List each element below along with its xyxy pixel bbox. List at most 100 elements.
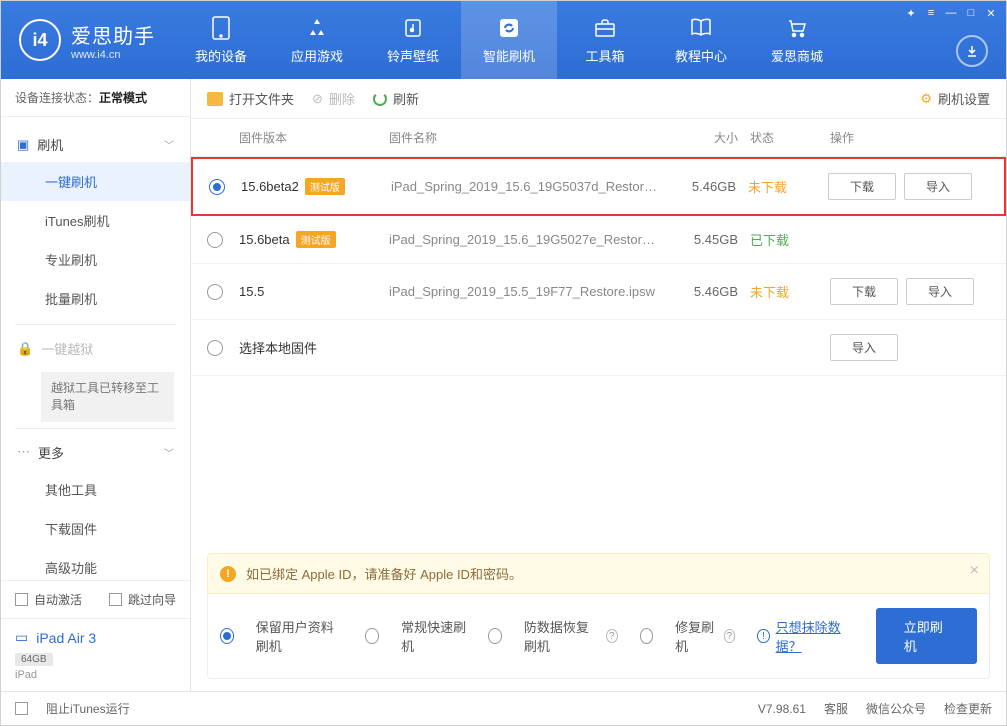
info-icon: ! (757, 629, 769, 643)
download-manager-button[interactable] (956, 35, 988, 67)
sidebar-group-jailbreak: 🔒 一键越狱 (1, 331, 190, 366)
toolbox-icon (593, 16, 617, 40)
sidebar-item-itunes-flash[interactable]: iTunes刷机 (1, 201, 190, 240)
close-button[interactable]: ✕ (982, 5, 1000, 21)
refresh-button[interactable]: 刷新 (373, 89, 419, 108)
opt-keep-data[interactable]: 保留用户资料刷机 (220, 617, 343, 655)
sidebar-item-batch-flash[interactable]: 批量刷机 (1, 279, 190, 318)
wechat-link[interactable]: 微信公众号 (866, 700, 926, 717)
header-size: 大小 (660, 129, 750, 146)
cart-icon (785, 16, 809, 40)
nav-apps[interactable]: 应用游戏 (269, 1, 365, 79)
firmware-size: 5.45GB (660, 232, 750, 247)
version-label: V7.98.61 (758, 702, 806, 716)
opt-anti-recovery[interactable]: 防数据恢复刷机? (488, 617, 618, 655)
sidebar-item-pro-flash[interactable]: 专业刷机 (1, 240, 190, 279)
nav-my-device[interactable]: 我的设备 (173, 1, 269, 79)
alert-close-button[interactable]: × (970, 562, 979, 580)
firmware-status: 已下载 (750, 230, 830, 249)
music-icon (401, 16, 425, 40)
firmware-filename: iPad_Spring_2019_15.6_19G5027e_Restore.i… (389, 232, 660, 247)
toolbar: 打开文件夹 ⊘删除 刷新 ⚙刷机设置 (191, 79, 1006, 119)
radio[interactable] (640, 628, 653, 644)
local-firmware-label: 选择本地固件 (239, 338, 660, 357)
skin-button[interactable]: ✦ (902, 5, 920, 21)
logo: i4 爱思助手 www.i4.cn (1, 1, 173, 79)
delete-button[interactable]: ⊘删除 (312, 89, 355, 108)
radio[interactable] (365, 628, 379, 644)
table-header: 固件版本 固件名称 大小 状态 操作 (191, 119, 1006, 157)
import-button[interactable]: 导入 (906, 278, 974, 305)
sidebar-group-more[interactable]: ⋯ 更多 ﹀ (1, 435, 190, 470)
firmware-status: 未下载 (748, 177, 828, 196)
sidebar-item-advanced[interactable]: 高级功能 (1, 548, 190, 580)
firmware-filename: iPad_Spring_2019_15.5_19F77_Restore.ipsw (389, 284, 660, 299)
header-status: 状态 (750, 129, 830, 146)
book-icon (689, 16, 713, 40)
support-link[interactable]: 客服 (824, 700, 848, 717)
sidebar-group-flash[interactable]: ▣ 刷机 ﹀ (1, 127, 190, 162)
flash-settings-button[interactable]: ⚙刷机设置 (920, 89, 990, 108)
firmware-version: 15.5 (239, 284, 389, 299)
device-info[interactable]: ▭ iPad Air 3 64GB iPad (1, 618, 190, 691)
chevron-down-icon: ﹀ (164, 445, 174, 460)
firmware-version: 15.6beta2测试版 (241, 178, 391, 195)
erase-link[interactable]: !只想抹除数据？ (757, 617, 853, 655)
sidebar-item-oneclick-flash[interactable]: 一键刷机 (1, 162, 190, 201)
beta-badge: 测试版 (296, 231, 336, 248)
nav-toolbox[interactable]: 工具箱 (557, 1, 653, 79)
import-button[interactable]: 导入 (830, 334, 898, 361)
flash-now-button[interactable]: 立即刷机 (876, 608, 977, 664)
app-name: 爱思助手 (71, 20, 155, 49)
local-firmware-row[interactable]: 选择本地固件 导入 (191, 320, 1006, 376)
firmware-radio[interactable] (207, 340, 223, 356)
radio[interactable] (220, 628, 234, 644)
header-action: 操作 (830, 129, 990, 146)
firmware-version: 15.6beta测试版 (239, 231, 389, 248)
import-button[interactable]: 导入 (904, 173, 972, 200)
gear-icon: ⚙ (920, 91, 932, 107)
header-version: 固件版本 (239, 129, 389, 146)
nav-flash[interactable]: 智能刷机 (461, 1, 557, 79)
auto-activate-row: 自动激活 跳过向导 (1, 581, 190, 618)
window-controls: ✦ ≡ — □ ✕ (896, 1, 1006, 25)
block-itunes-checkbox[interactable] (15, 702, 28, 715)
nav-store[interactable]: 爱思商城 (749, 1, 845, 79)
flash-icon: ▣ (17, 137, 29, 153)
help-icon[interactable]: ? (606, 629, 618, 643)
connection-status: 设备连接状态：正常模式 (1, 79, 190, 117)
opt-normal[interactable]: 常规快速刷机 (365, 617, 466, 655)
firmware-radio[interactable] (207, 232, 223, 248)
download-button[interactable]: 下载 (830, 278, 898, 305)
opt-repair[interactable]: 修复刷机? (640, 617, 736, 655)
skip-guide-checkbox[interactable] (109, 593, 122, 606)
download-button[interactable]: 下载 (828, 173, 896, 200)
firmware-row[interactable]: 15.5iPad_Spring_2019_15.5_19F77_Restore.… (191, 264, 1006, 320)
nav-tutorials[interactable]: 教程中心 (653, 1, 749, 79)
jailbreak-note: 越狱工具已转移至工具箱 (41, 372, 174, 422)
app-url: www.i4.cn (71, 49, 155, 61)
help-icon[interactable]: ? (724, 629, 736, 643)
firmware-size: 5.46GB (658, 179, 748, 194)
titlebar: i4 爱思助手 www.i4.cn 我的设备 应用游戏 铃声壁纸 智能刷机 工具… (1, 1, 1006, 79)
sidebar-item-download-firmware[interactable]: 下载固件 (1, 509, 190, 548)
maximize-button[interactable]: □ (962, 5, 980, 21)
refresh-icon (373, 92, 387, 106)
sidebar-item-other-tools[interactable]: 其他工具 (1, 470, 190, 509)
menu-button[interactable]: ≡ (922, 5, 940, 21)
check-update-link[interactable]: 检查更新 (944, 700, 992, 717)
radio[interactable] (488, 628, 502, 644)
storage-badge: 64GB (15, 653, 53, 666)
firmware-radio[interactable] (209, 179, 225, 195)
refresh-icon (497, 16, 521, 40)
open-folder-button[interactable]: 打开文件夹 (207, 89, 294, 108)
firmware-radio[interactable] (207, 284, 223, 300)
nav-ringtones[interactable]: 铃声壁纸 (365, 1, 461, 79)
minimize-button[interactable]: — (942, 5, 960, 21)
auto-activate-checkbox[interactable] (15, 593, 28, 606)
download-icon (965, 44, 979, 58)
firmware-row[interactable]: 15.6beta2测试版iPad_Spring_2019_15.6_19G503… (191, 157, 1006, 216)
device-icon (209, 16, 233, 40)
lock-icon: 🔒 (17, 341, 33, 357)
firmware-row[interactable]: 15.6beta测试版iPad_Spring_2019_15.6_19G5027… (191, 216, 1006, 264)
